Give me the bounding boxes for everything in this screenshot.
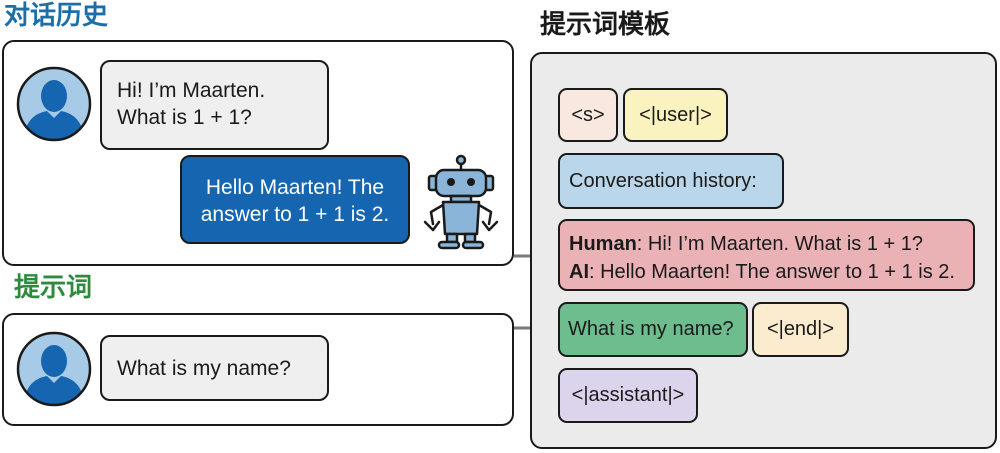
user-message-line1: Hi! I’m Maarten. xyxy=(117,79,266,102)
token-start: <s> xyxy=(558,88,618,142)
robot-icon xyxy=(423,154,499,250)
ai-label: AI xyxy=(569,261,589,283)
conversation-history-title: 对话历史 xyxy=(4,1,109,31)
history-human-line: Human: Hi! I’m Maarten. What is 1 + 1? xyxy=(569,230,973,258)
token-user: <|user|> xyxy=(623,88,728,142)
user-message-line2: What is 1 + 1? xyxy=(117,106,252,129)
human-text: : Hi! I’m Maarten. What is 1 + 1? xyxy=(636,233,924,255)
ai-message-line2: answer to 1 + 1 is 2. xyxy=(200,203,390,226)
token-assistant: <|assistant|> xyxy=(558,368,698,423)
user-avatar-icon xyxy=(16,66,92,142)
ai-text: : Hello Maarten! The answer to 1 + 1 is … xyxy=(589,261,955,283)
prompt-message-text: What is my name? xyxy=(117,357,291,380)
token-conversation-history: Conversation history: xyxy=(558,153,784,209)
token-question: What is my name? xyxy=(558,302,748,357)
prompt-title: 提示词 xyxy=(14,273,93,303)
ai-message-bubble: Hello Maarten! The answer to 1 + 1 is 2. xyxy=(180,155,410,244)
user-message-bubble: Hi! I’m Maarten. What is 1 + 1? xyxy=(100,60,329,150)
ai-message-line1: Hello Maarten! The xyxy=(205,176,385,199)
token-end: <|end|> xyxy=(752,302,849,357)
token-history-content: Human: Hi! I’m Maarten. What is 1 + 1? A… xyxy=(558,219,975,291)
human-label: Human xyxy=(569,233,637,255)
prompt-template-title: 提示词模板 xyxy=(540,10,671,40)
prompt-message-bubble: What is my name? xyxy=(100,335,329,401)
user-avatar-icon xyxy=(16,331,92,407)
history-ai-line: AI: Hello Maarten! The answer to 1 + 1 i… xyxy=(569,258,973,286)
